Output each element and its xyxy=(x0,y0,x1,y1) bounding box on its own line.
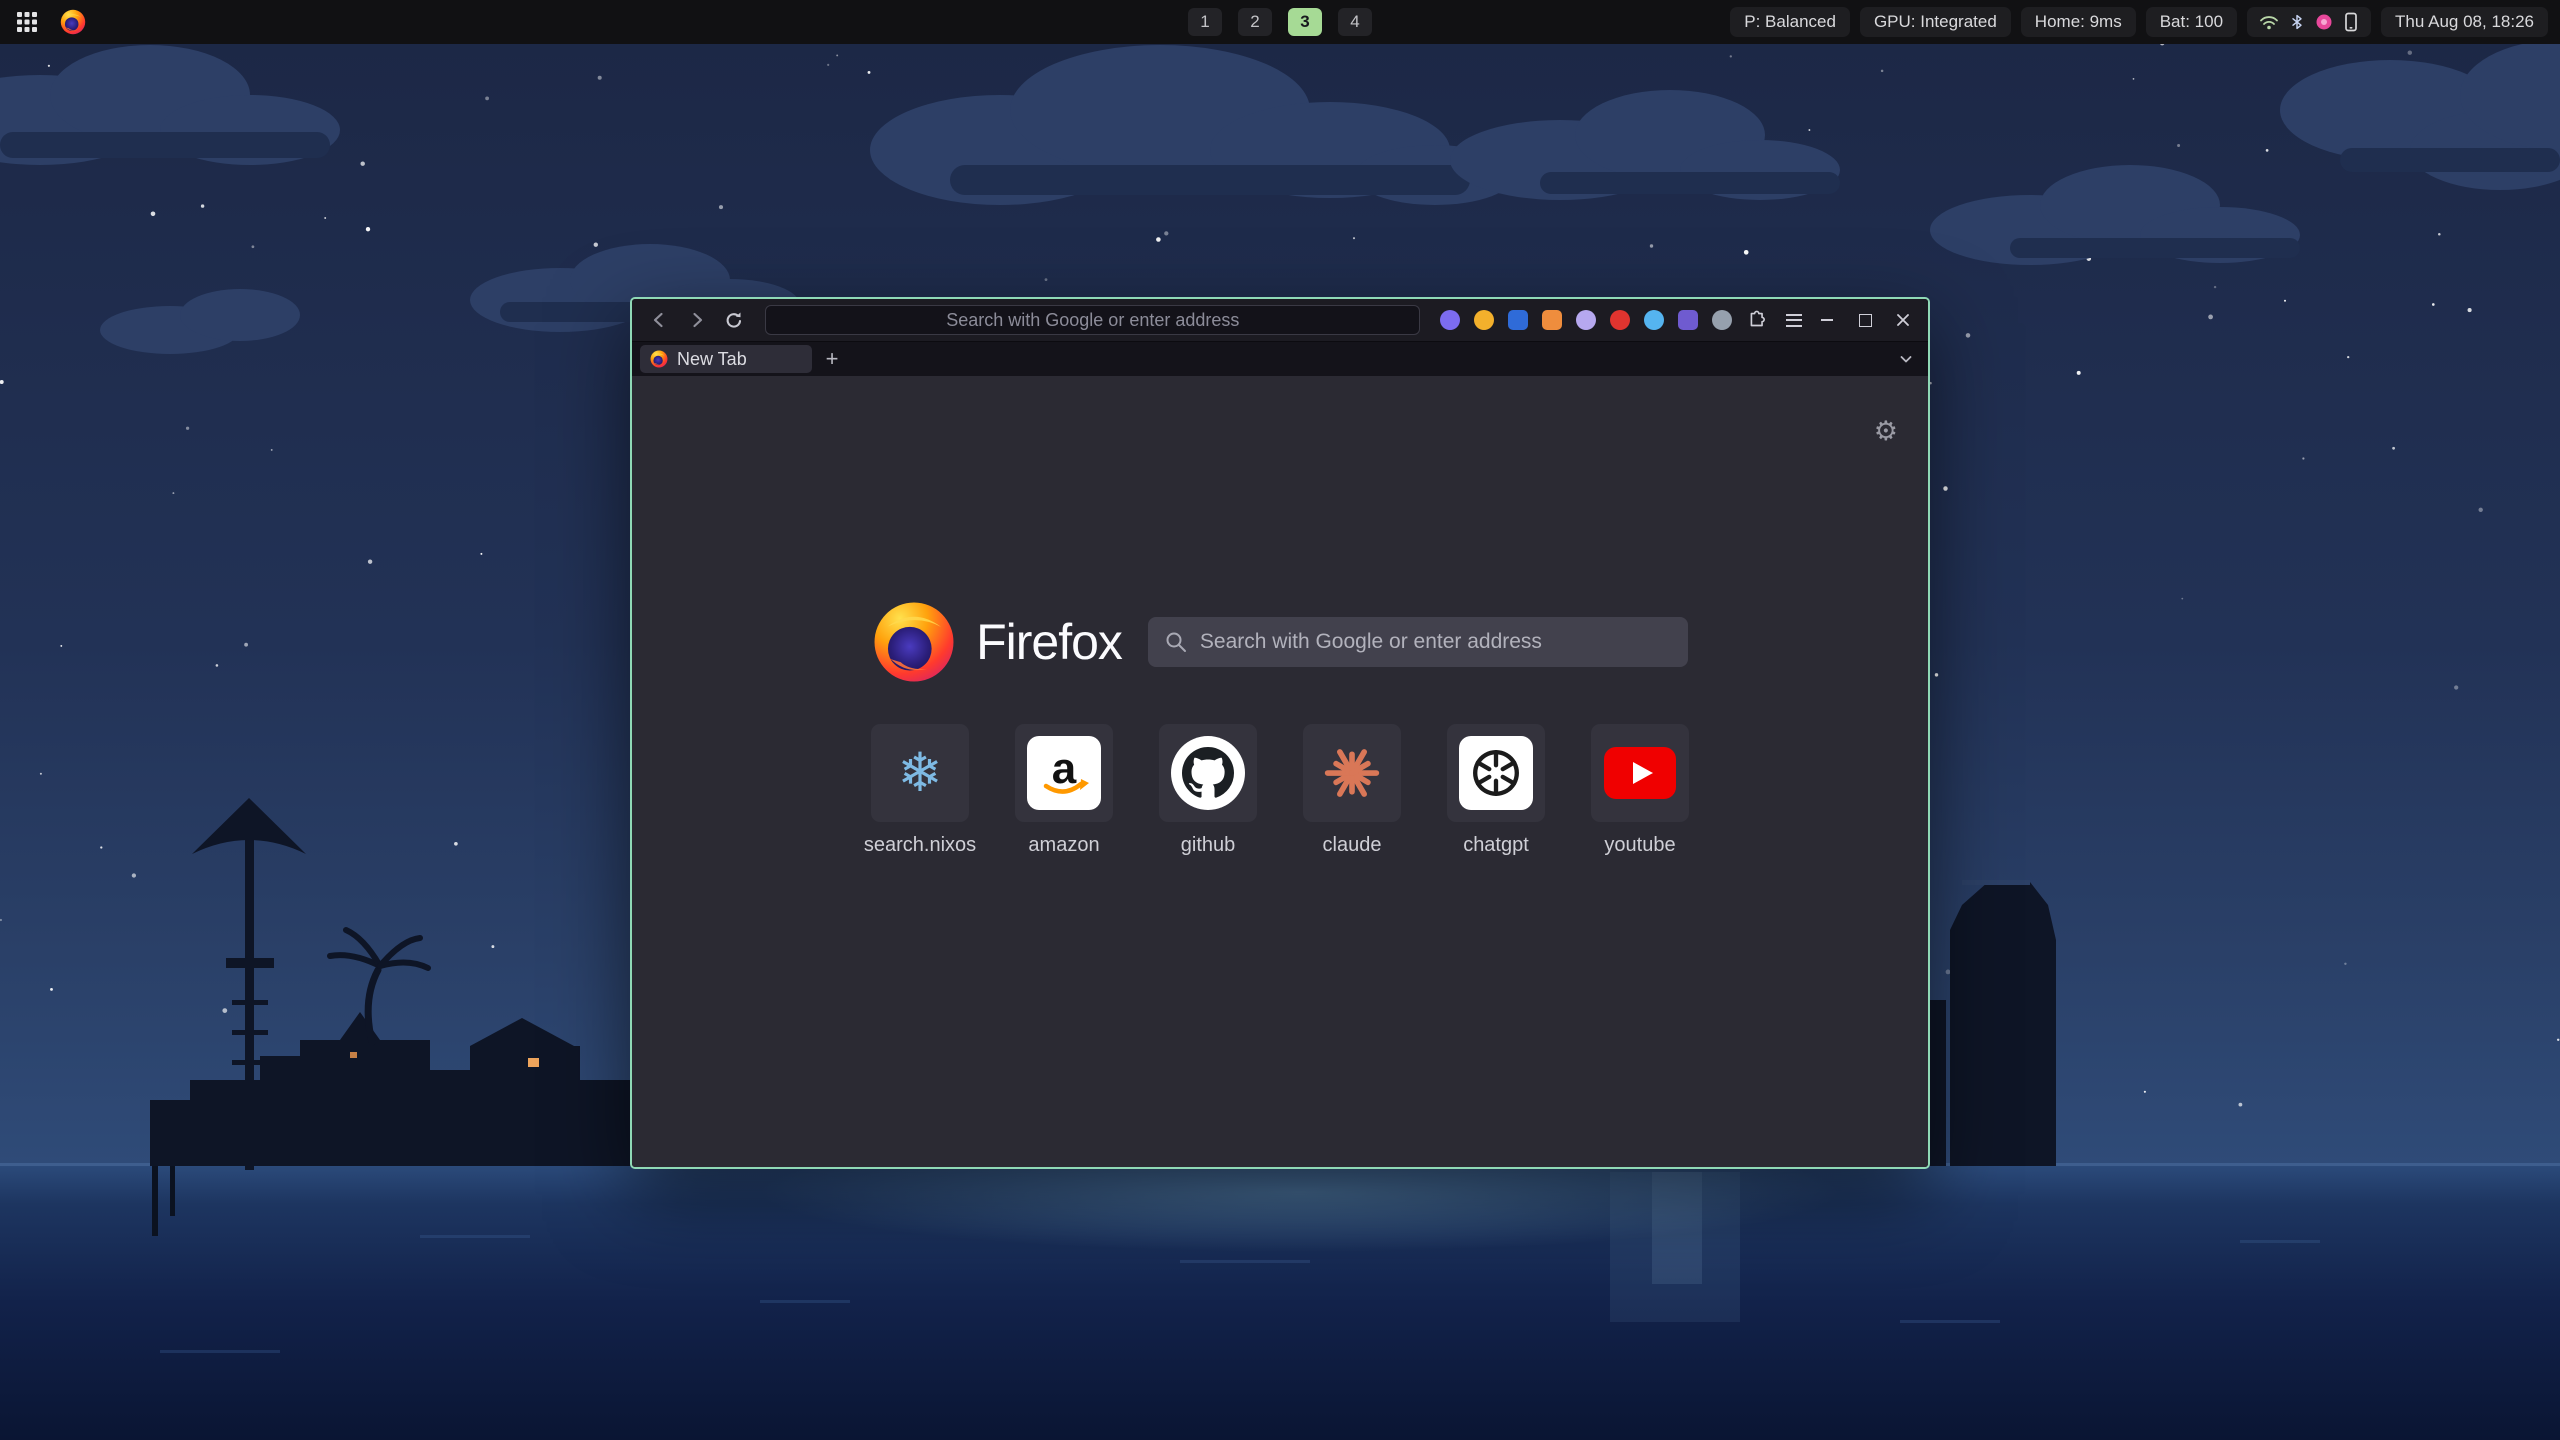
shortcut-claude[interactable]: claude xyxy=(1280,724,1424,857)
maximize-button[interactable] xyxy=(1850,306,1880,334)
hamburger-icon xyxy=(1786,314,1802,327)
minimize-button[interactable] xyxy=(1812,306,1842,334)
workspace-button-1[interactable]: 1 xyxy=(1188,8,1222,36)
chevron-down-icon xyxy=(1898,351,1914,367)
clock: Thu Aug 08, 18:26 xyxy=(2381,7,2548,37)
shortcut-label: youtube xyxy=(1604,834,1675,857)
search-icon xyxy=(1164,630,1188,654)
svg-text:a: a xyxy=(1052,744,1077,793)
tab-strip: New Tab + xyxy=(632,341,1928,376)
shortcut-label: amazon xyxy=(1028,834,1099,857)
firefox-launcher-button[interactable] xyxy=(58,7,88,37)
hut-window-light xyxy=(528,1058,539,1067)
gpu-status: GPU: Integrated xyxy=(1860,7,2011,37)
extension-icon-4[interactable] xyxy=(1542,310,1562,330)
amazon-icon: a xyxy=(1027,736,1101,810)
claude-icon xyxy=(1322,743,1382,803)
nixos-icon: ❄ xyxy=(897,746,942,800)
indicator-dot-icon[interactable] xyxy=(2315,13,2333,31)
network-latency-status: Home: 9ms xyxy=(2021,7,2136,37)
app-launcher-button[interactable] xyxy=(12,7,42,37)
minimize-icon xyxy=(1821,319,1833,321)
shortcut-label: chatgpt xyxy=(1463,834,1529,857)
arrow-left-icon xyxy=(649,310,669,330)
shortcut-youtube[interactable]: youtube xyxy=(1568,724,1712,857)
system-tray xyxy=(2247,7,2371,37)
reload-button[interactable] xyxy=(717,305,751,335)
firefox-logo xyxy=(872,600,956,684)
newtab-search[interactable] xyxy=(1148,617,1688,667)
window-controls xyxy=(1812,306,1918,334)
workspace-switcher: 1 2 3 4 xyxy=(1188,0,1372,44)
puzzle-icon xyxy=(1745,309,1767,331)
urlbar-input[interactable] xyxy=(765,305,1420,335)
battery-status: Bat: 100 xyxy=(2146,7,2237,37)
firefox-wordmark: Firefox xyxy=(976,613,1122,671)
workspace-button-2[interactable]: 2 xyxy=(1238,8,1272,36)
device-icon[interactable] xyxy=(2343,12,2359,32)
tab-new-tab[interactable]: New Tab xyxy=(640,345,812,373)
maximize-icon xyxy=(1859,314,1872,327)
new-tab-button[interactable]: + xyxy=(818,345,846,373)
tab-favicon-firefox-icon xyxy=(650,350,668,368)
shortcut-github[interactable]: github xyxy=(1136,724,1280,857)
arrow-right-icon xyxy=(687,310,707,330)
status-bar: 1 2 3 4 P: Balanced GPU: Integrated Home… xyxy=(0,0,2560,44)
newtab-settings-gear-icon[interactable]: ⚙ xyxy=(1874,418,1898,445)
newtab-hero: Firefox xyxy=(872,600,1688,684)
menu-button[interactable] xyxy=(1780,306,1808,334)
newtab-search-input[interactable] xyxy=(1148,617,1688,667)
firefox-window: New Tab + ⚙ Firefox xyxy=(630,297,1930,1169)
firefox-icon xyxy=(60,9,86,35)
extension-icon-5[interactable] xyxy=(1576,310,1596,330)
extensions-puzzle-button[interactable] xyxy=(1742,306,1770,334)
close-button[interactable] xyxy=(1888,306,1918,334)
tab-title: New Tab xyxy=(677,349,747,370)
extension-icon-9[interactable] xyxy=(1712,310,1732,330)
extension-icons xyxy=(1440,310,1732,330)
shortcut-amazon[interactable]: a amazon xyxy=(992,724,1136,857)
youtube-icon xyxy=(1603,747,1677,799)
apps-grid-icon xyxy=(16,11,38,33)
shortcut-label: search.nixos xyxy=(864,834,976,857)
shortcut-chatgpt[interactable]: chatgpt xyxy=(1424,724,1568,857)
desktop: 1 2 3 4 P: Balanced GPU: Integrated Home… xyxy=(0,0,2560,1440)
list-all-tabs-button[interactable] xyxy=(1892,345,1920,373)
chatgpt-icon xyxy=(1459,736,1533,810)
extension-icon-8[interactable] xyxy=(1678,310,1698,330)
shortcut-label: github xyxy=(1181,834,1236,857)
shortcut-label: claude xyxy=(1323,834,1382,857)
reload-icon xyxy=(724,310,744,330)
browser-toolbar xyxy=(632,299,1928,341)
extension-icon-3[interactable] xyxy=(1508,310,1528,330)
extension-icon-1[interactable] xyxy=(1440,310,1460,330)
extension-icon-6[interactable] xyxy=(1610,310,1630,330)
extension-icon-2[interactable] xyxy=(1474,310,1494,330)
workspace-button-4[interactable]: 4 xyxy=(1338,8,1372,36)
bluetooth-icon[interactable] xyxy=(2289,12,2305,32)
newtab-page: ⚙ Firefox ❄ search.nixos xyxy=(632,376,1928,1167)
close-icon xyxy=(1896,313,1910,327)
extension-icon-7[interactable] xyxy=(1644,310,1664,330)
forward-button[interactable] xyxy=(680,305,714,335)
workspace-button-3[interactable]: 3 xyxy=(1288,8,1322,36)
shortcut-search-nixos[interactable]: ❄ search.nixos xyxy=(848,724,992,857)
github-icon xyxy=(1171,736,1245,810)
shortcuts: ❄ search.nixos a amazon xyxy=(848,724,1712,857)
back-button[interactable] xyxy=(642,305,676,335)
power-profile-status: P: Balanced xyxy=(1730,7,1850,37)
wifi-icon[interactable] xyxy=(2259,13,2279,31)
